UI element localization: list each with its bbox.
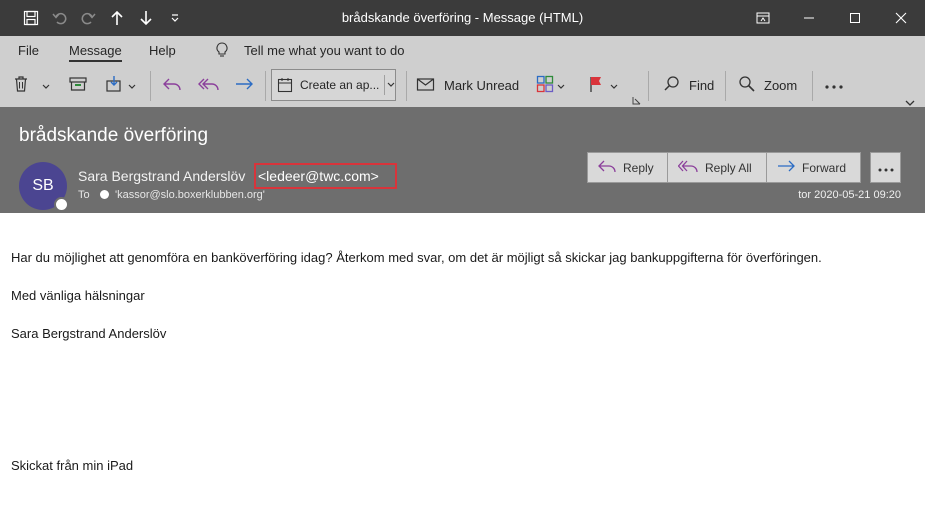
more-commands-button[interactable] (824, 70, 844, 100)
archive-button[interactable] (68, 70, 88, 100)
reply-icon (162, 76, 182, 95)
next-item-icon[interactable] (135, 7, 157, 29)
lightbulb-icon (216, 42, 228, 63)
body-paragraph: Med vänliga hälsningar (11, 288, 145, 303)
presence-indicator (54, 197, 69, 212)
close-icon[interactable] (878, 0, 924, 36)
archive-icon (68, 75, 88, 96)
ribbon-separator (406, 71, 407, 101)
ribbon-separator (265, 71, 266, 101)
zoom-icon (738, 75, 756, 96)
categorize-icon (536, 75, 554, 96)
follow-up-button[interactable] (588, 70, 618, 100)
calendar-icon (277, 77, 293, 98)
reply-all-icon (668, 159, 705, 176)
zoom-button[interactable]: Zoom (738, 70, 797, 100)
mark-unread-button[interactable]: Mark Unread (416, 70, 519, 100)
body-paragraph: Har du möjlighet att genomföra en banköv… (11, 250, 822, 265)
to-label: To (78, 189, 90, 201)
sender-email[interactable]: <ledeer@twc.com> (258, 168, 379, 184)
more-actions-button[interactable] (870, 152, 901, 183)
reply-all-label: Reply All (705, 160, 752, 175)
reply-label: Reply (623, 160, 654, 175)
restore-ribbon-icon[interactable] (740, 0, 786, 36)
maximize-icon[interactable] (832, 0, 878, 36)
reply-all-ribbon-button[interactable] (198, 70, 220, 100)
search-icon (663, 75, 681, 96)
body-paragraph: Skickat från min iPad (11, 458, 134, 473)
recipient-presence-icon (100, 190, 109, 199)
flag-dropdown-chevron-icon[interactable] (610, 78, 618, 93)
forward-icon (234, 76, 254, 95)
categorize-dropdown-chevron-icon[interactable] (557, 78, 565, 93)
minimize-icon[interactable] (786, 0, 832, 36)
tell-me-search[interactable]: Tell me what you want to do (244, 43, 404, 58)
message-header: brådskande överföring SB Sara Bergstrand… (0, 107, 925, 213)
delete-dropdown-chevron-icon[interactable] (42, 78, 50, 93)
avatar-initials: SB (32, 177, 54, 194)
flag-icon (588, 75, 604, 96)
message-date: tor 2020-05-21 09:20 (798, 189, 901, 201)
zoom-label: Zoom (764, 77, 798, 93)
body-paragraph: Sara Bergstrand Anderslöv (11, 326, 167, 341)
ribbon-separator (150, 71, 151, 101)
menu-message[interactable]: Message (69, 43, 122, 62)
reply-all-button[interactable]: Reply All (667, 152, 767, 183)
create-appointment-label[interactable]: Create an ap... (300, 78, 379, 92)
more-icon (878, 159, 894, 177)
menu-help[interactable]: Help (149, 43, 176, 58)
recipient-address[interactable]: 'kassor@slo.boxerklubben.org' (115, 189, 265, 201)
forward-label: Forward (802, 160, 847, 175)
ribbon: Create an ap... Mark Unread Find Zoom (0, 64, 925, 108)
mark-unread-label: Mark Unread (444, 77, 520, 93)
categorize-button[interactable] (536, 70, 565, 100)
menu-bar: File Message Help Tell me what you want … (0, 36, 925, 64)
delete-icon (12, 75, 30, 96)
quick-steps-dropdown-icon[interactable] (384, 75, 395, 95)
sender-name[interactable]: Sara Bergstrand Anderslöv (78, 168, 245, 184)
forward-button[interactable]: Forward (766, 152, 861, 183)
envelope-icon (416, 76, 436, 95)
ribbon-separator (648, 71, 649, 101)
forward-icon (767, 159, 802, 176)
customize-toolbar-icon[interactable] (164, 7, 186, 29)
move-icon (105, 75, 125, 96)
ribbon-separator (812, 71, 813, 101)
delete-button[interactable] (12, 70, 50, 100)
forward-ribbon-button[interactable] (234, 70, 254, 100)
move-button[interactable] (105, 70, 136, 100)
title-bar: brådskande överföring - Message (HTML) (0, 0, 925, 36)
move-dropdown-chevron-icon[interactable] (128, 78, 136, 93)
more-icon (824, 78, 844, 93)
undo-icon[interactable] (49, 7, 71, 29)
find-button[interactable]: Find (663, 70, 714, 100)
redo-icon[interactable] (77, 7, 99, 29)
ribbon-separator (725, 71, 726, 101)
reply-all-icon (198, 76, 220, 95)
previous-item-icon[interactable] (106, 7, 128, 29)
reply-ribbon-button[interactable] (162, 70, 182, 100)
reply-button[interactable]: Reply (587, 152, 668, 183)
menu-file[interactable]: File (18, 43, 39, 58)
quick-steps-box[interactable]: Create an ap... (271, 69, 396, 101)
reply-icon (588, 159, 623, 176)
save-icon[interactable] (20, 7, 42, 29)
message-subject: brådskande överföring (19, 125, 209, 146)
find-label: Find (689, 77, 715, 93)
